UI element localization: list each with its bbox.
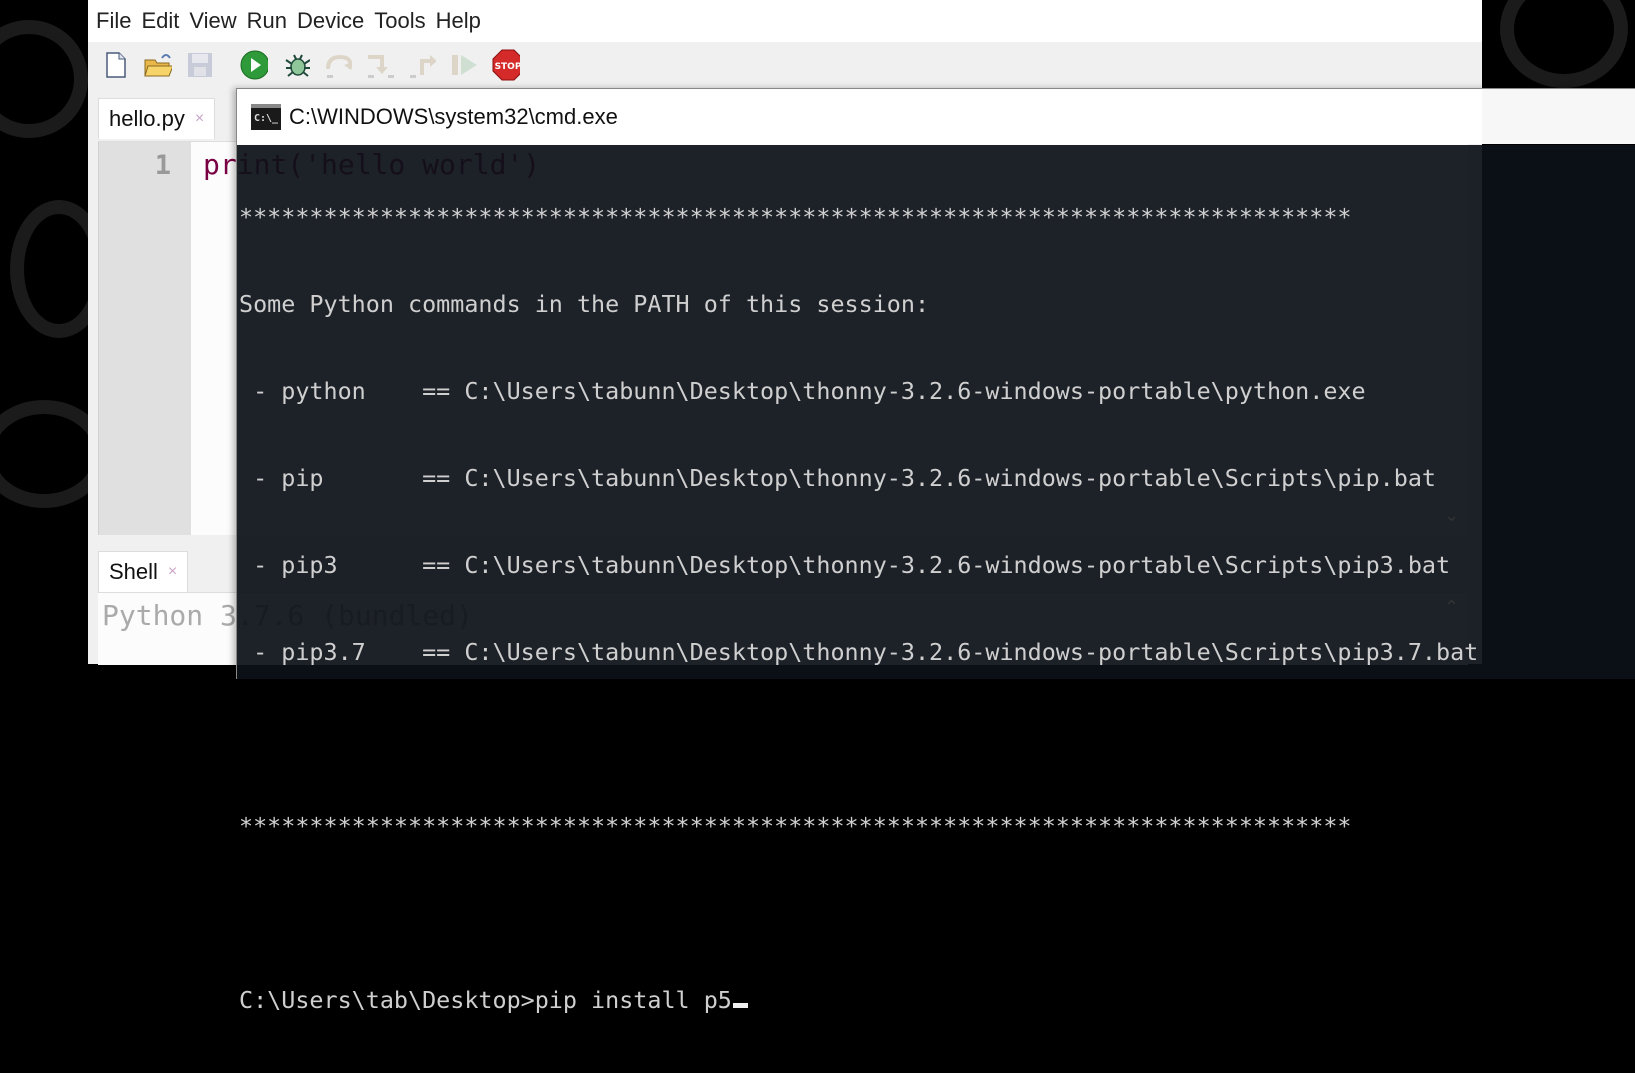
line-number-gutter: 1 (98, 142, 191, 535)
stop-label: STOP (495, 62, 520, 72)
tab-hello-py[interactable]: hello.py × (98, 98, 216, 139)
console-output: ****************************************… (239, 145, 1478, 1073)
debug-button[interactable] (282, 51, 310, 79)
tab-label: Shell (109, 559, 158, 584)
toolbar: STOP (88, 42, 1482, 88)
console-line: ****************************************… (239, 203, 1352, 231)
console-prompt: C:\Users\tab\Desktop>pip install p5 (239, 986, 732, 1014)
cmd-title: C:\WINDOWS\system32\cmd.exe (289, 103, 618, 129)
console-prompt-line[interactable]: C:\Users\tab\Desktop>pip install p5 (239, 986, 1478, 1015)
chevron-up-icon: ⌃ (1444, 597, 1460, 617)
menubar: File Edit View Run Device Tools Help (88, 0, 1482, 42)
tab-label: hello.py (109, 106, 185, 131)
stop-button[interactable]: STOP (492, 49, 520, 81)
menu-run[interactable]: Run (247, 8, 287, 34)
console-line: - pip3.7 == C:\Users\tabunn\Desktop\thon… (239, 638, 1479, 666)
menu-help[interactable]: Help (436, 8, 481, 34)
console-line: - pip3 == C:\Users\tabunn\Desktop\thonny… (239, 551, 1451, 579)
stop-sign-icon: STOP (492, 49, 520, 81)
background-pattern (0, 20, 88, 138)
step-into-button[interactable] (366, 51, 394, 79)
console-line: ****************************************… (239, 812, 1352, 840)
new-file-icon (106, 52, 126, 78)
cmd-window[interactable]: C:\_ C:\WINDOWS\system32\cmd.exe *******… (236, 88, 1635, 1014)
menu-edit[interactable]: Edit (141, 8, 179, 34)
tab-shell[interactable]: Shell × (98, 551, 189, 592)
background-pattern (1500, 0, 1628, 88)
cmd-title-bar[interactable]: C:\_ C:\WINDOWS\system32\cmd.exe (237, 89, 1635, 144)
run-button[interactable] (240, 50, 268, 80)
cmd-console[interactable]: ****************************************… (237, 145, 1635, 1014)
resume-icon (452, 55, 477, 75)
step-out-button[interactable] (408, 51, 436, 79)
cmd-icon: C:\_ (251, 103, 281, 130)
close-tab-icon[interactable]: × (195, 110, 204, 128)
open-folder-icon (144, 54, 172, 77)
step-into-icon (368, 55, 394, 78)
open-file-button[interactable] (144, 51, 172, 79)
menu-device[interactable]: Device (297, 8, 364, 34)
save-file-button[interactable] (186, 51, 214, 79)
console-line: - pip == C:\Users\tabunn\Desktop\thonny-… (239, 464, 1436, 492)
step-over-icon (326, 54, 352, 78)
chevron-down-icon: ⌄ (1444, 505, 1460, 525)
console-line: Some Python commands in the PATH of this… (239, 290, 930, 318)
line-number: 1 (154, 150, 171, 181)
menu-view[interactable]: View (189, 8, 236, 34)
console-line: - python == C:\Users\tabunn\Desktop\thon… (239, 377, 1366, 405)
new-file-button[interactable] (102, 51, 130, 79)
text-cursor (732, 1003, 748, 1008)
floppy-disk-icon (188, 53, 212, 77)
step-out-icon (410, 55, 436, 78)
bug-icon (285, 54, 310, 77)
menu-tools[interactable]: Tools (374, 8, 425, 34)
step-over-button[interactable] (324, 51, 352, 79)
resume-button[interactable] (450, 51, 478, 79)
menu-file[interactable]: File (96, 8, 131, 34)
play-icon (240, 50, 268, 80)
close-tab-icon[interactable]: × (168, 563, 177, 581)
